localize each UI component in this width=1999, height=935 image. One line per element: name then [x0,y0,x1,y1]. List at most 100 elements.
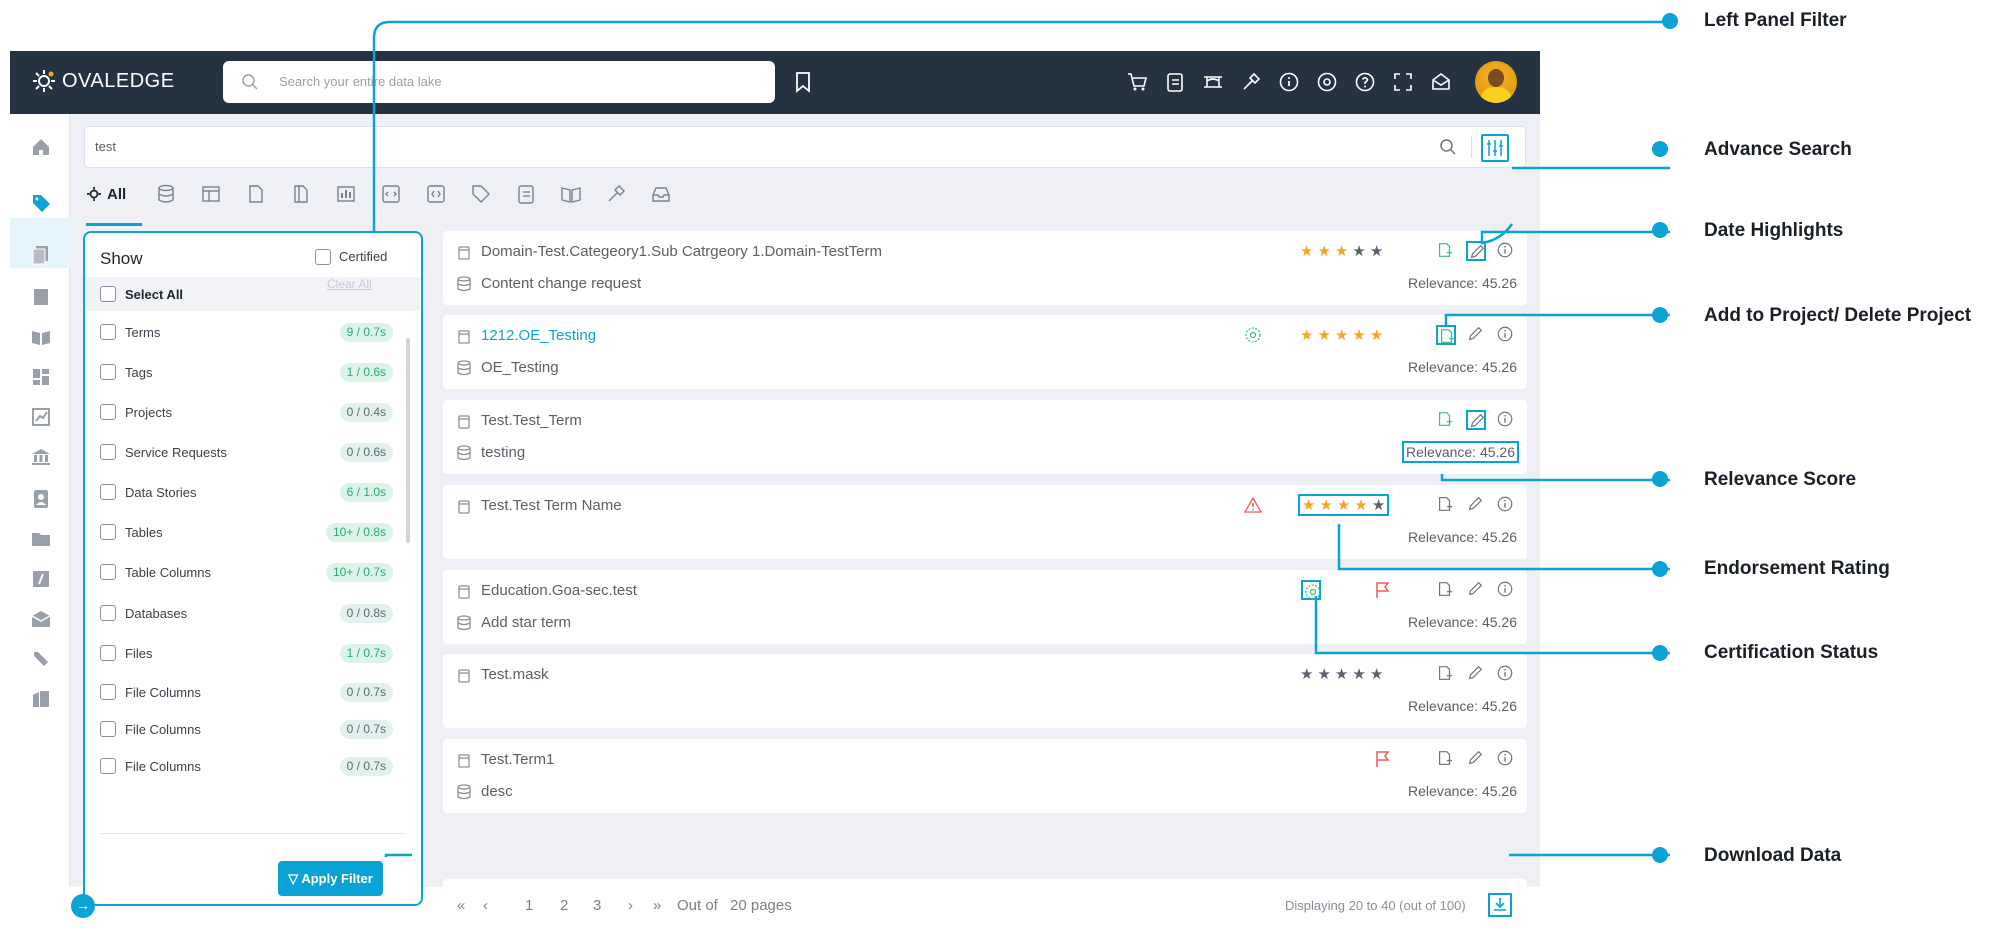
edit-icon[interactable] [1466,410,1486,430]
mail-box-icon[interactable] [30,608,52,630]
add-to-project-icon[interactable] [1436,495,1456,515]
filter-scrollbar[interactable] [406,338,410,543]
report-icon[interactable] [335,183,357,205]
star-icon[interactable]: ★ [1317,242,1330,260]
bookmark-icon[interactable] [795,71,811,93]
filter-item[interactable]: Terms 9 / 0.7s [85,318,405,348]
filter-item-checkbox[interactable] [100,444,116,460]
search-result-card[interactable]: Test.mask Relevance: 45.26 ★ ★ ★ ★ ★ [443,654,1527,728]
search-result-card[interactable]: Test.Test_Term testing Relevance: 45.26 [443,400,1527,474]
edit-icon[interactable] [1466,580,1486,600]
edit-icon[interactable] [1466,241,1486,261]
filter-item-checkbox[interactable] [100,364,116,380]
table-icon[interactable] [200,183,222,205]
first-page-icon[interactable]: « [457,897,465,914]
contact-icon[interactable] [30,488,52,510]
result-title[interactable]: Test.mask [481,666,549,683]
result-title[interactable]: Education.Goa-sec.test [481,582,637,599]
certified-checkbox[interactable] [315,249,331,265]
filter-item-checkbox[interactable] [100,524,116,540]
add-to-project-icon[interactable] [1436,580,1456,600]
star-icon[interactable]: ★ [1317,326,1330,344]
open-book-icon[interactable] [30,326,52,348]
filter-item-checkbox[interactable] [100,324,116,340]
info-icon[interactable] [1496,325,1516,345]
endorsement-rating[interactable]: ★ ★ ★ ★ ★ [1298,494,1390,516]
add-to-project-icon[interactable] [1436,410,1456,430]
building-icon[interactable] [30,688,52,710]
slash-doc-icon[interactable] [30,568,52,590]
documents-icon[interactable] [30,244,52,266]
tag-icon[interactable] [30,192,52,214]
filter-item[interactable]: File Columns 0 / 0.7s [85,715,405,745]
flag-icon[interactable] [1373,580,1393,600]
filter-item[interactable]: Projects 0 / 0.4s [85,398,405,428]
filter-item[interactable]: Data Stories 6 / 1.0s [85,478,405,508]
star-icon[interactable]: ★ [1337,496,1350,514]
filter-item[interactable]: Table Columns 10+ / 0.7s [85,558,405,588]
apply-filter-button[interactable]: ▽ Apply Filter [278,861,383,896]
ovaledge-logo[interactable]: OVALEDGE [32,69,175,93]
info-icon[interactable] [1496,580,1516,600]
search-result-card[interactable]: Domain-Test.Categeory1.Sub Catrgeory 1.D… [443,231,1527,305]
star-icon[interactable]: ★ [1335,242,1348,260]
endorsement-rating[interactable]: ★ ★ ★ ★ ★ [1300,665,1383,683]
filter-item-checkbox[interactable] [100,484,116,500]
code-icon[interactable] [380,183,402,205]
filter-item-checkbox[interactable] [100,404,116,420]
bridge-icon[interactable] [1202,71,1224,93]
folder-icon[interactable] [30,528,52,550]
clear-all-link[interactable]: Clear All [327,277,372,291]
user-avatar[interactable] [1475,61,1517,103]
star-icon[interactable]: ★ [1370,242,1383,260]
filter-item-checkbox[interactable] [100,721,116,737]
flag-icon[interactable] [1373,749,1393,769]
star-icon[interactable]: ★ [1352,242,1365,260]
edit-icon[interactable] [1466,325,1486,345]
endorsement-rating[interactable]: ★ ★ ★ ★ ★ [1300,326,1383,344]
result-title[interactable]: Test.Test_Term [481,412,582,429]
chrome-icon[interactable] [1316,71,1338,93]
filter-item-checkbox[interactable] [100,684,116,700]
star-icon[interactable]: ★ [1352,326,1365,344]
star-icon[interactable]: ★ [1335,665,1348,683]
search-result-card[interactable]: Education.Goa-sec.test Add star term Relev… [443,570,1527,644]
filter-item[interactable]: Service Requests 0 / 0.6s [85,438,405,468]
filter-item[interactable]: Files 1 / 0.7s [85,639,405,669]
inbox-icon[interactable] [650,183,672,205]
page-2[interactable]: 2 [560,897,568,914]
info-icon[interactable] [1496,410,1516,430]
edit-icon[interactable] [1466,664,1486,684]
add-to-project-icon[interactable] [1436,749,1456,769]
next-page-icon[interactable]: › [628,897,633,914]
star-icon[interactable]: ★ [1372,496,1385,514]
search-result-card[interactable]: Test.Term1 desc Relevance: 45.26 [443,739,1527,813]
edit-icon[interactable] [1466,749,1486,769]
info-icon[interactable] [1496,241,1516,261]
fullscreen-icon[interactable] [1392,71,1414,93]
filter-item[interactable]: File Columns 0 / 0.7s [85,678,405,708]
search-result-card[interactable]: 1212.OE_Testing OE_Testing Relevance: 45.2… [443,315,1527,389]
book-icon[interactable] [560,183,582,205]
checklist-icon[interactable] [515,183,537,205]
filter-item[interactable]: File Columns 0 / 0.7s [85,752,405,782]
add-to-project-icon[interactable] [1436,241,1456,261]
collapse-panel-button[interactable]: → [71,894,95,918]
code-file-icon[interactable] [425,183,447,205]
tag-icon[interactable] [470,183,492,205]
star-icon[interactable]: ★ [1352,665,1365,683]
info-icon[interactable] [1496,749,1516,769]
select-all-checkbox[interactable] [100,286,116,302]
search-icon[interactable] [1439,138,1457,156]
global-search-input[interactable]: Search your entire data lake [223,61,775,103]
info-icon[interactable] [1496,664,1516,684]
add-to-project-icon[interactable] [1436,664,1456,684]
star-icon[interactable]: ★ [1302,496,1315,514]
result-title[interactable]: 1212.OE_Testing [481,327,596,344]
file-columns-icon[interactable] [290,183,312,205]
result-title[interactable]: Test.Term1 [481,751,554,768]
dashboard-icon[interactable] [30,366,52,388]
filter-item-checkbox[interactable] [100,605,116,621]
prev-page-icon[interactable]: ‹ [483,897,488,914]
filter-item[interactable]: Tables 10+ / 0.8s [85,518,405,548]
